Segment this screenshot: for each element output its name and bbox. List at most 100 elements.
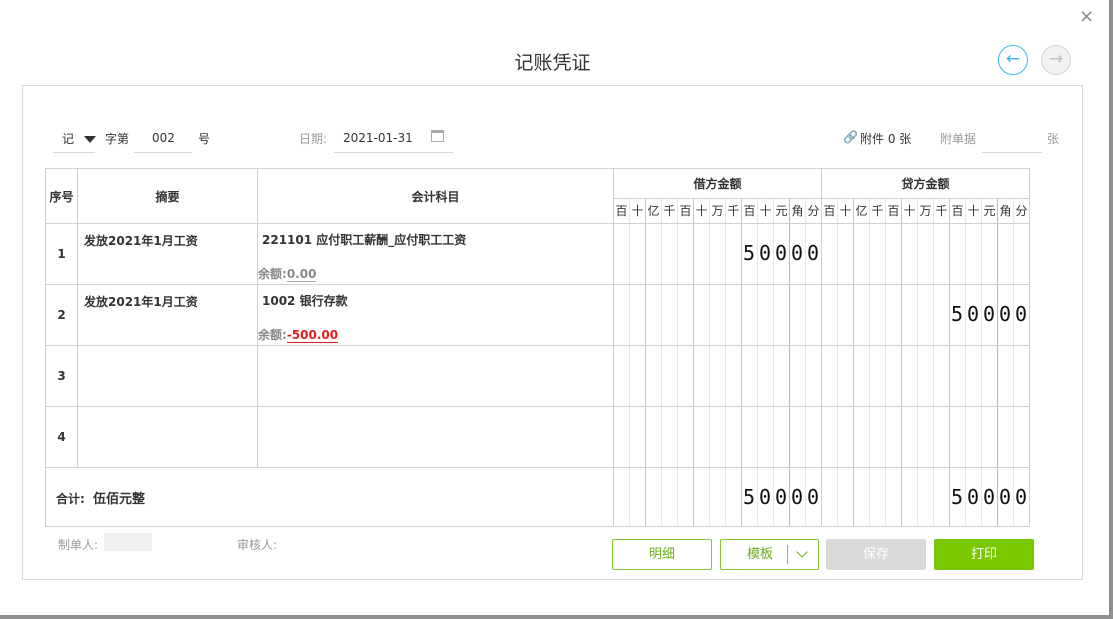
balance-value: 0.00 [286,267,317,282]
attach-docs-underline [982,152,1042,153]
credit-amount-cell[interactable]: 50000 [821,284,1030,346]
unit-label: 元 [982,199,998,223]
subject-name: 1002 银行存款 [262,294,348,308]
chevron-down-icon[interactable] [796,546,808,558]
debit-amount-cell[interactable] [613,406,822,468]
debit-amount-cell[interactable] [613,345,822,407]
amount-digit: 0 [806,485,820,509]
print-button[interactable]: 打印 [934,539,1034,570]
amount-digit: 0 [774,241,788,265]
summary-cell[interactable] [77,406,258,468]
digit-grid [822,346,1029,406]
amount-digit: 5 [950,302,964,326]
arrow-right-icon: → [1048,49,1064,69]
amount-digit: 0 [998,302,1012,326]
unit-label: 百 [886,199,902,223]
calendar-icon[interactable] [431,130,444,142]
amount-digit: 5 [950,485,964,509]
zi-label: 字第 [105,132,130,146]
unit-label: 千 [726,199,742,223]
unit-label: 亿 [646,199,662,223]
subject-cell[interactable]: 221101 应付职工薪酬_应付职工工资 余额:0.00 [257,223,614,285]
unit-label: 千 [662,199,678,223]
subject-header: 会计科目 [257,168,614,224]
row-seq: 3 [45,345,78,407]
template-button[interactable]: 模板 [720,539,819,570]
summary-cell[interactable]: 发放2021年1月工资 [77,223,258,285]
save-button[interactable]: 保存 [826,539,926,570]
paperclip-icon: 🔗 [843,130,858,144]
debit-amount-cell[interactable] [613,284,822,346]
unit-label: 十 [902,199,918,223]
subject-cell[interactable]: 1002 银行存款 余额:-500.00 [257,284,614,346]
unit-label: 百 [614,199,630,223]
template-divider [787,545,788,564]
digit-grid [822,407,1029,467]
summary-cell[interactable]: 发放2021年1月工资 [77,284,258,346]
amount-digit: 0 [966,302,980,326]
date-input[interactable]: 2021-01-31 [343,131,413,145]
amount-digit: 0 [790,241,804,265]
total-label: 合计: [56,491,85,506]
row-seq: 1 [45,223,78,285]
voucher-word-select[interactable]: 记 [62,130,96,147]
debit-amount-cell[interactable]: 50000 [613,223,822,285]
amount-digit: 5 [742,241,756,265]
next-voucher-button[interactable]: → [1041,45,1071,75]
credit-amount-cell[interactable] [821,223,1030,285]
balance-value-negative: -500.00 [286,328,339,343]
attachment-link[interactable]: 附件 0 张 [860,130,911,147]
summary-cell[interactable] [77,345,258,407]
amount-digit: 0 [1014,302,1028,326]
credit-amount-cell[interactable] [821,406,1030,468]
digit-grid [822,224,1029,284]
balance-text: 余额:0.00 [258,265,317,282]
detail-button[interactable]: 明细 [612,539,712,570]
subject-cell[interactable] [257,406,614,468]
total-amount-words: 伍佰元整 [93,491,146,507]
unit-label: 百 [742,199,758,223]
subject-name: 221101 应付职工薪酬_应付职工工资 [262,233,467,247]
voucher-table: 序号 摘要 会计科目 借方金额 贷方金额 百十亿千百十万千百十元角分 百十亿千百… [45,168,1030,527]
prev-voucher-button[interactable]: ← [998,45,1028,75]
balance-label: 余额: [258,267,287,281]
amount-digits: 50000 [741,241,821,265]
amount-digit: 0 [982,302,996,326]
subject-cell[interactable] [257,345,614,407]
total-cell: 合计: 伍佰元整 [45,467,614,527]
balance-label: 余额: [258,328,287,342]
total-debit-cell: 50000 [613,467,822,527]
amount-digit: 0 [758,485,772,509]
unit-label: 分 [1015,204,1028,218]
amount-digit: 0 [982,485,996,509]
amount-digit: 0 [806,241,820,265]
voucher-word-value: 记 [62,132,75,146]
maker-label: 制单人: [58,538,99,552]
voucher-number-underline [134,152,192,153]
amount-digits: 50000 [949,485,1029,509]
unit-label: 角 [790,199,806,223]
debit-units: 百十亿千百十万千百十元角分 [613,198,822,224]
date-underline [334,152,454,153]
total-credit-cell: 50000 [821,467,1030,527]
close-icon[interactable]: × [1079,7,1094,27]
voucher-number-input[interactable]: 002 [152,131,175,145]
reviewer-label: 审核人: [237,538,278,552]
credit-amount-cell[interactable] [821,345,1030,407]
voucher-word-underline [53,152,95,153]
chevron-down-icon [83,136,96,143]
unit-label: 十 [758,199,774,223]
credit-units: 百十亿千百十万千百十元角分 [821,198,1030,224]
zhang-label: 张 [1047,132,1060,146]
maker-name-redacted [104,533,152,551]
amount-digit: 5 [742,485,756,509]
amount-digit: 0 [774,485,788,509]
amount-digit: 0 [1014,485,1028,509]
arrow-left-icon: ← [1005,49,1021,69]
unit-label: 亿 [854,199,870,223]
unit-label: 百 [678,199,694,223]
unit-label: 分 [807,204,820,218]
summary-header: 摘要 [77,168,258,224]
unit-label: 十 [838,199,854,223]
amount-digit: 0 [790,485,804,509]
